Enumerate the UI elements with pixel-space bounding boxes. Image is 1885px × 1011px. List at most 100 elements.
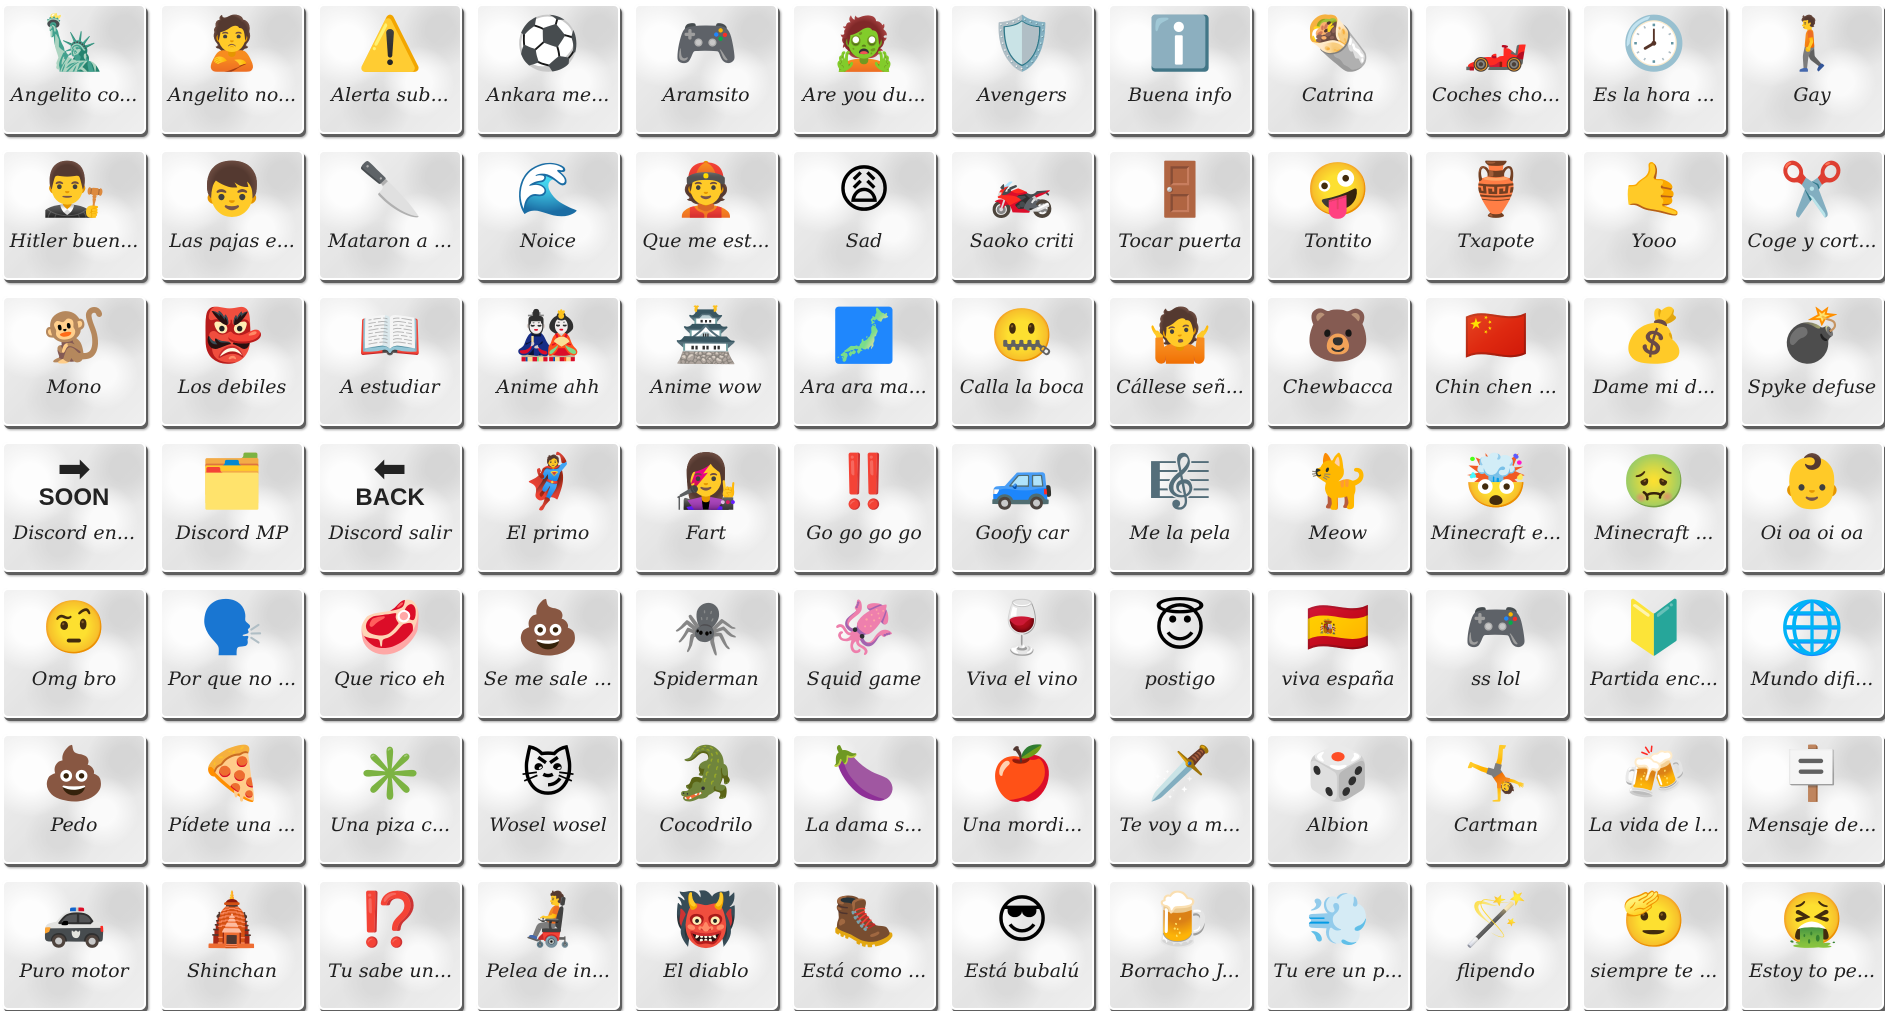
sound-button[interactable]: 💰 Dame mi d... (1582, 296, 1726, 426)
sound-button[interactable]: 🐊 Cocodrilo (634, 734, 778, 864)
sound-button-label: Spyke defuse (1747, 376, 1877, 398)
sound-button[interactable]: 😇 postigo (1108, 588, 1252, 718)
sound-button[interactable]: 👨‍⚖️ Hitler buen... (2, 150, 146, 280)
sound-button[interactable]: 🐻 Chewbacca (1266, 296, 1410, 426)
sound-button[interactable]: ✳️ Una piza c... (318, 734, 462, 864)
sound-button[interactable]: 🥾 Está como ... (792, 880, 936, 1010)
sound-button[interactable]: 😼 Wosel wosel (476, 734, 620, 864)
sound-button[interactable]: 🍎 Una mordi... (950, 734, 1094, 864)
sound-button[interactable]: ℹ️ Buena info (1108, 4, 1252, 134)
sound-button[interactable]: 🧟 Are you du... (792, 4, 936, 134)
sound-button[interactable]: 🍺 Borracho J... (1108, 880, 1252, 1010)
sound-button[interactable]: 🚪 Tocar puerta (1108, 150, 1252, 280)
sound-button[interactable]: 🗡️ Te voy a m... (1108, 734, 1252, 864)
sound-button[interactable]: 🔰 Partida enc... (1582, 588, 1726, 718)
sound-button[interactable]: 👦 Las pajas e... (160, 150, 304, 280)
sound-button[interactable]: 👲 Que me est... (634, 150, 778, 280)
sound-button-label: Shinchan (186, 960, 277, 982)
sound-button[interactable]: 🗂️ Discord MP (160, 442, 304, 572)
sound-button[interactable]: 🏯 Anime wow (634, 296, 778, 426)
sound-button[interactable]: ‼️ Go go go go (792, 442, 936, 572)
sound-button[interactable]: 🗽 Angelito co... (2, 4, 146, 134)
sound-button[interactable]: 🤢 Minecraft ... (1582, 442, 1726, 572)
sound-button[interactable]: 🚶 Gay (1740, 4, 1884, 134)
judge-icon: 👨‍⚖️ (41, 160, 107, 220)
sound-button[interactable]: 💣 Spyke defuse (1740, 296, 1884, 426)
sound-button[interactable]: 🐈 Meow (1266, 442, 1410, 572)
sound-button[interactable]: 🕗 Es la hora ... (1582, 4, 1726, 134)
sound-button[interactable]: 🛕 Shinchan (160, 880, 304, 1010)
sound-button[interactable]: ⁉️ Tu sabe un... (318, 880, 462, 1010)
sound-button[interactable]: 🎼 Me la pela (1108, 442, 1252, 572)
sound-button[interactable]: 🙎 Angelito no... (160, 4, 304, 134)
sound-button[interactable]: 💨 Tu ere un p... (1266, 880, 1410, 1010)
sound-button[interactable]: 🦑 Squid game (792, 588, 936, 718)
sound-button-label: Discord en... (12, 522, 136, 544)
sound-button-label: flipendo (1457, 960, 1535, 982)
sound-button[interactable]: 🍻 La vida de l... (1582, 734, 1726, 864)
sound-button[interactable]: ⚠️ Alerta sub... (318, 4, 462, 134)
sound-button[interactable]: 😎 Está bubalú (950, 880, 1094, 1010)
sound-button[interactable]: 🫡 siempre te ... (1582, 880, 1726, 1010)
sound-button[interactable]: 🥩 Que rico eh (318, 588, 462, 718)
sound-button[interactable]: 💩 Pedo (2, 734, 146, 864)
sound-button[interactable]: 🤯 Minecraft e... (1424, 442, 1568, 572)
sound-button[interactable]: 🛡️ Avengers (950, 4, 1094, 134)
sound-button[interactable]: 👶 Oi oa oi oa (1740, 442, 1884, 572)
sound-button[interactable]: 🤨 Omg bro (2, 588, 146, 718)
temple-icon: 🛕 (199, 890, 265, 950)
sound-button[interactable]: 🎲 Albion (1266, 734, 1410, 864)
sound-button[interactable]: 🚓 Puro motor (2, 880, 146, 1010)
sound-button[interactable]: 🍕 Pídete una ... (160, 734, 304, 864)
wheelchair-person-icon: 🧑‍🦼 (515, 890, 581, 950)
sound-button[interactable]: 🇨🇳 Chin chen ... (1424, 296, 1568, 426)
sound-button[interactable]: 👩‍🎤 Fart (634, 442, 778, 572)
sound-button[interactable]: 🤐 Calla la boca (950, 296, 1094, 426)
sound-button[interactable]: ✂️ Coge y cort... (1740, 150, 1884, 280)
sound-button[interactable]: 🪄 flipendo (1424, 880, 1568, 1010)
sound-button[interactable]: 🎮 ss lol (1424, 588, 1568, 718)
sound-button[interactable]: 🏍️ Saoko criti (950, 150, 1094, 280)
sound-button[interactable]: 🎎 Anime ahh (476, 296, 620, 426)
sound-button[interactable]: 🐒 Mono (2, 296, 146, 426)
sound-button[interactable]: 📖 A estudiar (318, 296, 462, 426)
sound-button[interactable]: 🤙 Yooo (1582, 150, 1726, 280)
person-gesturing-icon: 🤷 (1147, 306, 1213, 366)
speaking-head-icon: 🗣️ (199, 598, 265, 658)
sound-button[interactable]: 🎮 Aramsito (634, 4, 778, 134)
sound-button[interactable]: 🕷️ Spiderman (634, 588, 778, 718)
sound-button[interactable]: 🍷 Viva el vino (950, 588, 1094, 718)
sound-button[interactable]: 💩 Se me sale ... (476, 588, 620, 718)
sound-button[interactable]: 🇪🇸 viva españa (1266, 588, 1410, 718)
sound-button[interactable]: 🗣️ Por que no ... (160, 588, 304, 718)
sound-button[interactable]: 👺 Los debiles (160, 296, 304, 426)
sound-button[interactable]: 🌊 Noice (476, 150, 620, 280)
badge-text: SOON (38, 484, 110, 511)
sound-button-label: Txapote (1457, 230, 1535, 252)
sound-button[interactable]: 🌯 Catrina (1266, 4, 1410, 134)
sound-button[interactable]: 🏺 Txapote (1424, 150, 1568, 280)
sound-button[interactable]: 🦸 El primo (476, 442, 620, 572)
sound-button[interactable]: ➡ SOON Discord en... (2, 442, 146, 572)
sound-button[interactable]: ⚽ Ankara me... (476, 4, 620, 134)
sound-button-label: La dama s... (805, 814, 923, 836)
ogre-icon: 👹 (673, 890, 739, 950)
sound-button[interactable]: 😩 Sad (792, 150, 936, 280)
sound-button[interactable]: 🗾 Ara ara ma... (792, 296, 936, 426)
sound-button[interactable]: 🤮 Estoy to pe... (1740, 880, 1884, 1010)
sound-button[interactable]: 🧑‍🦼 Pelea de in... (476, 880, 620, 1010)
sound-button[interactable]: 🏎️ Coches cho... (1424, 4, 1568, 134)
sound-button[interactable]: 🔪 Mataron a ... (318, 150, 462, 280)
sound-button[interactable]: 🤷 Cállese señ... (1108, 296, 1252, 426)
sound-button[interactable]: 🚙 Goofy car (950, 442, 1094, 572)
sound-button[interactable]: 👹 El diablo (634, 880, 778, 1010)
sound-button[interactable]: 🍆 La dama s... (792, 734, 936, 864)
sound-button[interactable]: 🪧 Mensaje de... (1740, 734, 1884, 864)
sound-button[interactable]: 🤸 Cartman (1424, 734, 1568, 864)
sound-button[interactable]: 🤪 Tontito (1266, 150, 1410, 280)
beer-mugs-icon: 🍻 (1621, 744, 1687, 804)
soccer-ball-icon: ⚽ (515, 14, 581, 74)
soundboard-grid: 🗽 Angelito co... 🙎 Angelito no... ⚠️ Alerta s… (0, 0, 1885, 1011)
sound-button[interactable]: ⬅ BACK Discord salir (318, 442, 462, 572)
sound-button[interactable]: 🌐 Mundo difi... (1740, 588, 1884, 718)
